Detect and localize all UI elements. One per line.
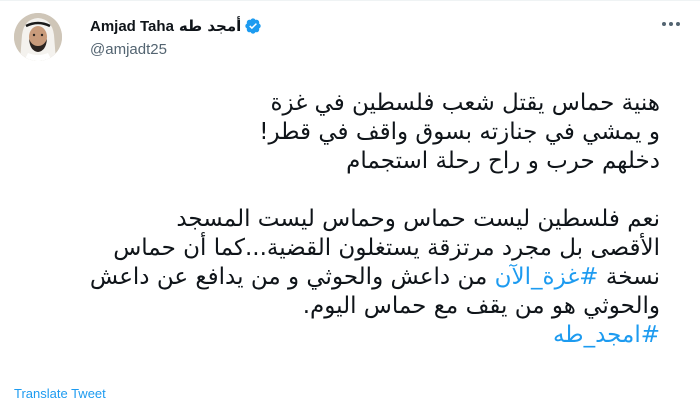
profile-photo-icon (14, 13, 62, 61)
hashtag-gaza-now[interactable]: #غزة_الآن (495, 264, 599, 290)
display-name-arabic[interactable]: أمجد طه (179, 17, 241, 35)
display-name[interactable]: Amjad Taha (90, 18, 174, 35)
tweet-line-1: هنية حماس يقتل شعب فلسطين في غزة (270, 90, 660, 116)
translate-tweet-link[interactable]: Translate Tweet (14, 386, 106, 401)
tweet-line-4: نعم فلسطين ليست حماس وحماس ليست المسجد (176, 206, 660, 232)
tweet-line-6: نسخة #غزة_الآن من داعش والحوثي و من يداف… (14, 263, 660, 292)
avatar[interactable] (14, 13, 62, 61)
line-6-prefix: نسخة (605, 264, 660, 290)
user-handle[interactable]: @amjadt25 (90, 41, 262, 58)
tweet-line-5: الأقصى بل مجرد مرتزقة يستغلون القضية...ك… (113, 235, 660, 261)
line-6-rest: من داعش والحوثي و من يدافع عن داعش (89, 264, 488, 290)
tweet-header: Amjad Taha أمجد طه @amjadt25 (90, 15, 262, 63)
tweet-line-2: و يمشي في جنازته بسوق واقف في قطر! (259, 119, 660, 145)
more-options-icon[interactable] (656, 13, 686, 35)
verified-badge-icon (244, 17, 262, 35)
tweet-line-8: #امجد_طه (14, 321, 660, 350)
tweet-text: هنية حماس يقتل شعب فلسطين في غزة و يمشي … (14, 89, 660, 350)
tweet-line-3: دخلهم حرب و راح رحلة استجمام (346, 148, 660, 174)
name-row: Amjad Taha أمجد طه (90, 15, 262, 37)
hashtag-amjad-taha[interactable]: #امجد_طه (553, 322, 660, 348)
tweet-card: Amjad Taha أمجد طه @amjadt25 هنية حماس ي… (0, 0, 700, 409)
tweet-line-7: والحوثي هو من يقف مع حماس اليوم. (302, 293, 660, 319)
